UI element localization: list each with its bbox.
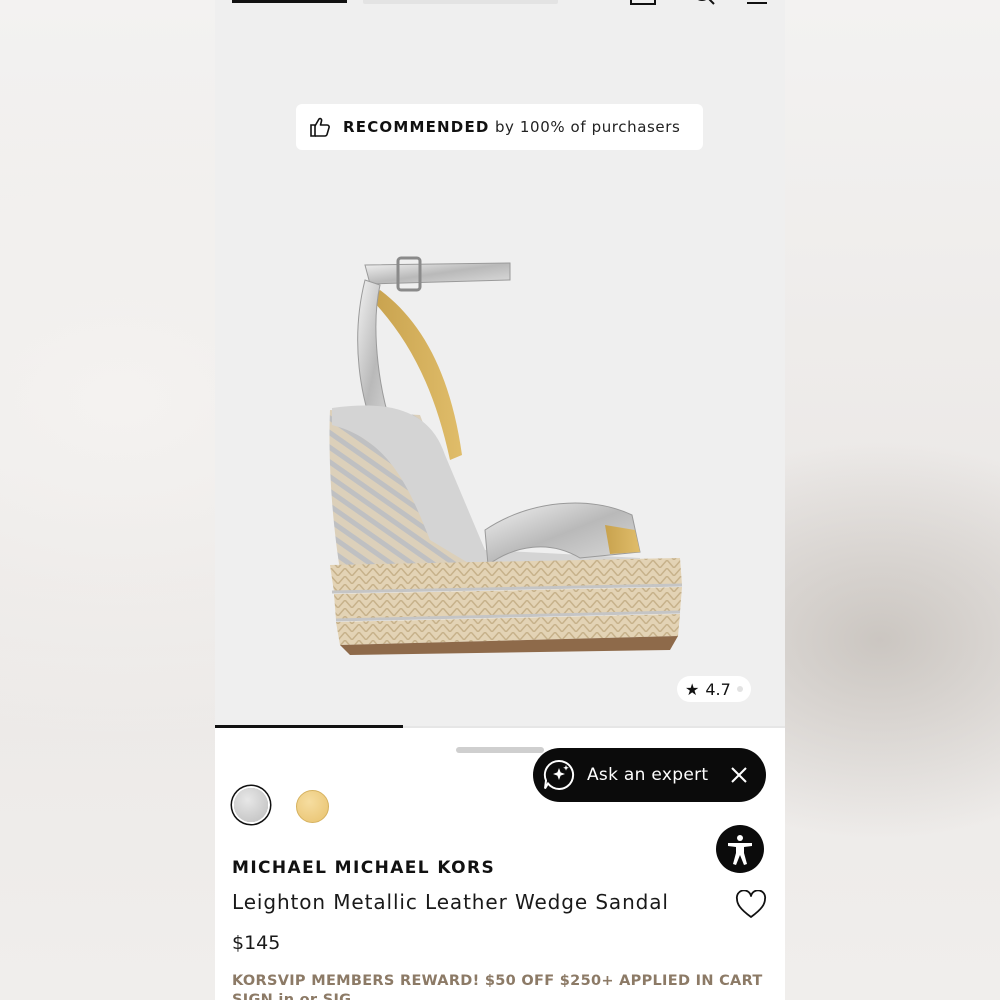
accessibility-icon [728, 835, 752, 865]
promo-signin-link[interactable]: SIGN in or SIG [232, 992, 351, 1000]
drag-handle[interactable] [456, 747, 544, 753]
search-icon[interactable] [691, 0, 719, 6]
color-swatch-silver[interactable] [234, 788, 268, 822]
product-image-gallery[interactable]: RECOMMENDED by 100% of purchasers ★ 4.7 [215, 0, 785, 728]
ai-chat-icon [543, 759, 575, 790]
star-icon: ★ [685, 679, 700, 699]
product-price: $145 [232, 932, 281, 954]
heart-icon[interactable] [735, 890, 767, 920]
recommended-badge: RECOMMENDED by 100% of purchasers [296, 104, 703, 150]
product-name: Leighton Metallic Leather Wedge Sandal [232, 890, 669, 914]
menu-icon[interactable] [745, 0, 773, 6]
product-brand: MICHAEL MICHAEL KORS [232, 858, 496, 878]
product-page: RECOMMENDED by 100% of purchasers ★ 4.7 … [215, 0, 785, 1000]
rating-value: 4.7 [705, 679, 731, 699]
promo-banner: KORSVIP MEMBERS REWARD! $50 OFF $250+ AP… [232, 973, 763, 989]
rating-dot [736, 686, 743, 692]
header-nav-text[interactable] [363, 0, 558, 4]
close-icon[interactable] [730, 766, 748, 784]
rating-badge[interactable]: ★ 4.7 [677, 676, 751, 702]
ask-expert-button[interactable]: Ask an expert [533, 748, 766, 802]
header-nav-underline[interactable] [232, 0, 347, 3]
color-swatch-gold[interactable] [296, 790, 329, 823]
badge-rest-text: by 100% of purchasers [494, 118, 681, 136]
ask-expert-label: Ask an expert [587, 765, 709, 785]
accessibility-button[interactable] [716, 825, 764, 873]
bag-icon[interactable] [629, 0, 657, 6]
gallery-progress-fill [215, 725, 404, 728]
thumbs-up-icon [310, 117, 330, 137]
product-image[interactable] [310, 240, 700, 680]
badge-strong-text: RECOMMENDED [343, 118, 490, 136]
